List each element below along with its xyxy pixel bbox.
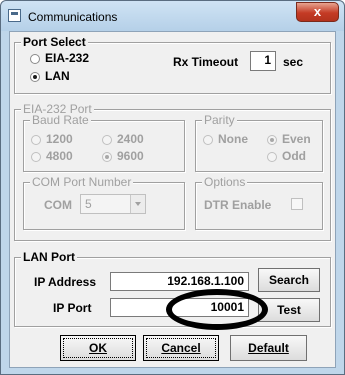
parity-group: Parity None Even Odd bbox=[195, 113, 323, 172]
baud-rate-group: Baud Rate 1200 2400 4800 9600 bbox=[23, 113, 185, 172]
eia232-port-group: EIA-232 Port Baud Rate 1200 2400 4800 96… bbox=[14, 102, 331, 241]
com-label: COM bbox=[44, 198, 72, 212]
com-port-group: COM Port Number COM 5 bbox=[23, 175, 185, 230]
port-select-group: Port Select EIA-232 LAN Rx Timeout 1 sec bbox=[14, 35, 331, 94]
parity-legend: Parity bbox=[202, 113, 237, 127]
options-legend: Options bbox=[202, 175, 248, 189]
window-icon bbox=[8, 9, 21, 22]
baud-9600-label[interactable]: 9600 bbox=[117, 149, 144, 163]
com-port-value: 5 bbox=[85, 197, 92, 211]
ip-address-input[interactable]: 192.168.1.100 bbox=[110, 272, 249, 291]
radio-eia232-label[interactable]: EIA-232 bbox=[45, 51, 89, 65]
rx-timeout-label: Rx Timeout bbox=[173, 55, 239, 69]
ok-button[interactable]: OK bbox=[60, 335, 136, 361]
dtr-enable-label[interactable]: DTR Enable bbox=[204, 198, 271, 212]
lan-port-legend: LAN Port bbox=[21, 250, 77, 264]
radio-baud-1200[interactable] bbox=[31, 135, 41, 145]
baud-1200-label[interactable]: 1200 bbox=[46, 132, 73, 146]
radio-baud-4800[interactable] bbox=[31, 152, 41, 162]
baud-4800-label[interactable]: 4800 bbox=[46, 149, 73, 163]
window-title: Communications bbox=[28, 10, 118, 24]
radio-baud-2400[interactable] bbox=[102, 135, 112, 145]
rx-timeout-input[interactable]: 1 bbox=[250, 51, 276, 71]
port-select-legend: Port Select bbox=[21, 35, 88, 49]
radio-baud-9600[interactable] bbox=[102, 152, 112, 162]
cancel-button[interactable]: Cancel bbox=[143, 335, 219, 361]
parity-none-label[interactable]: None bbox=[218, 132, 248, 146]
radio-lan[interactable] bbox=[30, 72, 40, 82]
parity-even-label[interactable]: Even bbox=[282, 132, 311, 146]
radio-parity-even[interactable] bbox=[267, 135, 277, 145]
radio-lan-label[interactable]: LAN bbox=[45, 69, 70, 83]
radio-parity-odd[interactable] bbox=[267, 152, 277, 162]
com-port-select[interactable]: 5 bbox=[80, 194, 146, 214]
default-button[interactable]: Default bbox=[230, 335, 307, 361]
communications-dialog: Communications x Port Select EIA-232 LAN… bbox=[0, 0, 345, 375]
chevron-down-icon[interactable] bbox=[130, 195, 145, 213]
options-group: Options DTR Enable bbox=[195, 175, 323, 230]
ip-port-label: IP Port bbox=[53, 301, 92, 315]
rx-timeout-unit: sec bbox=[283, 55, 304, 69]
title-bar[interactable]: Communications x bbox=[1, 1, 344, 31]
search-button[interactable]: Search bbox=[258, 268, 320, 292]
radio-eia232[interactable] bbox=[30, 54, 40, 64]
radio-parity-none[interactable] bbox=[203, 135, 213, 145]
annotation-oval bbox=[166, 289, 268, 330]
baud-2400-label[interactable]: 2400 bbox=[117, 132, 144, 146]
close-button[interactable]: x bbox=[296, 2, 339, 22]
parity-odd-label[interactable]: Odd bbox=[282, 149, 306, 163]
com-port-legend: COM Port Number bbox=[30, 175, 134, 189]
ip-address-label: IP Address bbox=[34, 275, 97, 289]
dtr-enable-checkbox[interactable] bbox=[291, 198, 303, 210]
baud-rate-legend: Baud Rate bbox=[30, 113, 91, 127]
